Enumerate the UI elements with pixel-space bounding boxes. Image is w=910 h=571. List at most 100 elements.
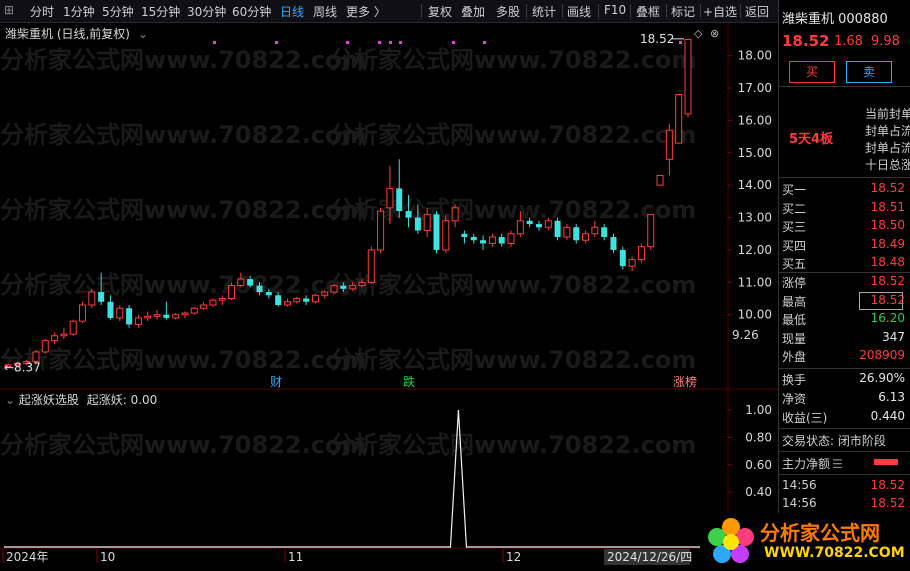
signal-dot xyxy=(399,41,402,44)
cursor-price-label: 9.26 xyxy=(732,328,759,342)
signal-dot xyxy=(483,41,486,44)
order-book-row: 买一 18.52 xyxy=(782,181,905,197)
candle xyxy=(79,301,87,323)
candle xyxy=(172,313,180,320)
list-icon[interactable]: ☰ xyxy=(832,457,843,471)
tool-f10-button[interactable]: F10 xyxy=(604,3,626,17)
signal-dot xyxy=(679,41,682,44)
price-tick-label: 12.00 xyxy=(738,243,772,257)
tool-stats-button[interactable]: 统计 xyxy=(532,3,556,20)
signal-dot xyxy=(346,41,349,44)
site-logo: 分析家公式网 WWW.70822.COM xyxy=(700,513,910,571)
buy-button[interactable]: 买 xyxy=(789,61,835,83)
price-change-pct: 9.98 xyxy=(871,34,900,49)
tick-row: 14:56 18.52 xyxy=(782,496,905,510)
period-tab-daily[interactable]: 日线 xyxy=(280,3,304,20)
candle xyxy=(637,243,645,263)
low-price-label: ←8.37 xyxy=(4,360,41,374)
candle xyxy=(480,235,487,250)
top-toolbar: ⊞ 分时 1分钟 5分钟 15分钟 30分钟 60分钟 日线 周线 更多 〉 复… xyxy=(0,0,910,23)
price-tick-label: 13.00 xyxy=(738,211,772,225)
candle xyxy=(134,314,142,328)
event-label-finance: 财 xyxy=(270,375,282,389)
candle xyxy=(470,233,477,244)
candle xyxy=(507,230,515,247)
candle xyxy=(665,123,673,176)
chevron-down-icon[interactable]: ⌄ xyxy=(5,393,15,407)
price-tick-label: 18.00 xyxy=(738,49,772,63)
watermark-text: 分析家公式网www.70822.com xyxy=(0,346,366,374)
period-tab-weekly[interactable]: 周线 xyxy=(313,3,337,20)
period-tab-more[interactable]: 更多 〉 xyxy=(346,3,386,20)
watermark-text: 分析家公式网www.70822.com xyxy=(330,431,696,459)
candle xyxy=(554,217,561,241)
chart-title-text: 潍柴重机 (日线,前复权) xyxy=(5,27,130,41)
menu-icon[interactable]: ⊞ xyxy=(4,3,14,17)
indicator-header: ⌄ 起涨妖选股 起涨妖: 0.00 xyxy=(5,391,157,408)
watermark-text: 分析家公式网www.70822.com xyxy=(330,271,696,299)
price-axis: 18.00 17.00 16.00 15.00 14.00 13.00 12.00 11.00… xyxy=(728,49,772,342)
watermark-text: 分析家公式网www.70822.com xyxy=(330,196,696,224)
watermark-text: 分析家公式网www.70822.com xyxy=(330,346,696,374)
tool-fuquan-button[interactable]: 复权 xyxy=(428,3,452,20)
flower-icon xyxy=(708,518,754,563)
candle xyxy=(675,94,683,144)
period-tab-intraday[interactable]: 分时 xyxy=(30,3,54,20)
tool-multi-button[interactable]: 多股 xyxy=(496,3,520,20)
order-book-row: 买四 18.49 xyxy=(782,236,905,253)
cursor-date-label: 2024/12/26/四 xyxy=(607,550,692,564)
period-tab-5min[interactable]: 5分钟 xyxy=(102,3,134,20)
period-tab-15min[interactable]: 15分钟 xyxy=(141,3,180,20)
candle xyxy=(461,230,468,244)
candle xyxy=(619,246,626,270)
close-icon: ⊗ xyxy=(710,27,719,40)
indicator-tick-label: 0.60 xyxy=(745,458,772,472)
candle xyxy=(69,319,77,336)
candle xyxy=(396,159,403,218)
date-axis: 2024年 10 11 12 2024/12/26/四 xyxy=(2,549,692,565)
back-button[interactable]: 返回 xyxy=(745,3,769,20)
quote-stat-row: 现量 347 xyxy=(782,329,905,346)
candle xyxy=(628,256,636,271)
last-price: 18.52 xyxy=(782,32,830,50)
watermark-text: 分析家公式网www.70822.com xyxy=(0,196,366,224)
candle xyxy=(498,233,505,247)
order-book-row: 买二 18.51 xyxy=(782,199,905,216)
period-tab-30min[interactable]: 30分钟 xyxy=(187,3,226,20)
candle xyxy=(330,283,338,294)
quote-stat-row: 最低 16.20 xyxy=(782,311,905,327)
candle xyxy=(51,332,59,344)
candle xyxy=(144,311,152,322)
candle xyxy=(488,233,496,247)
net-flow-bar xyxy=(874,459,898,465)
logo-name: 分析家公式网 xyxy=(760,521,880,545)
price-tick-label: 11.00 xyxy=(738,275,772,289)
signal-dot xyxy=(389,41,392,44)
kline-chart[interactable]: 分析家公式网www.70822.com分析家公式网www.70822.com分析… xyxy=(0,23,778,571)
sell-button[interactable]: 卖 xyxy=(846,61,892,83)
chart-title: 潍柴重机 (日线,前复权) ⌄ xyxy=(5,25,148,42)
watermark-text: 分析家公式网www.70822.com xyxy=(0,121,366,149)
quote-stat-row: 换手 26.90% xyxy=(782,371,905,387)
date-tick-label: 10 xyxy=(100,550,115,564)
chevron-down-icon[interactable]: ⌄ xyxy=(138,27,148,41)
add-watchlist-button[interactable]: +自选 xyxy=(703,3,737,20)
tool-frame-button[interactable]: 叠框 xyxy=(636,3,660,20)
indicator-name[interactable]: 起涨妖选股 xyxy=(19,393,79,407)
date-tick-label: 11 xyxy=(288,550,303,564)
tool-mark-button[interactable]: 标记 xyxy=(671,3,695,20)
limit-streak-badge: 5天4板 xyxy=(789,132,834,147)
date-tick-label: 2024年 xyxy=(6,550,49,564)
candle xyxy=(200,301,208,310)
tool-draw-button[interactable]: 画线 xyxy=(567,3,591,20)
tool-overlay-button[interactable]: 叠加 xyxy=(461,3,485,20)
period-tab-1min[interactable]: 1分钟 xyxy=(63,3,95,20)
event-label-rank: 涨榜 xyxy=(673,374,697,389)
candle xyxy=(41,339,49,354)
indicator-tick-label: 1.00 xyxy=(745,403,772,417)
candle xyxy=(116,305,124,322)
period-tab-60min[interactable]: 60分钟 xyxy=(232,3,271,20)
high-price-label: 18.52 xyxy=(640,32,674,46)
indicator-tick-label: 0.40 xyxy=(745,485,772,499)
tick-row: 14:56 18.52 xyxy=(782,478,905,492)
